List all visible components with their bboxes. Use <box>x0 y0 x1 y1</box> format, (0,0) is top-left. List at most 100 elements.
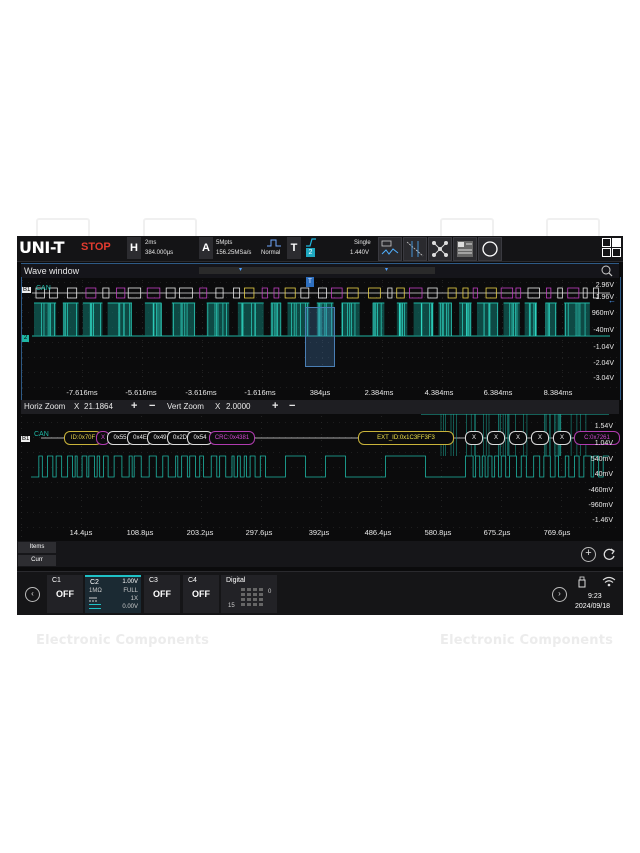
can-packet[interactable]: X <box>465 431 483 445</box>
zoom-region[interactable] <box>305 307 335 367</box>
memory-overview-bar[interactable]: ▾ ▾ <box>199 267 435 274</box>
main-time-label: -3.616ms <box>185 388 217 397</box>
sample-rate: 156.25MSa/s <box>216 250 252 256</box>
zoom-time-label: 486.4µs <box>364 528 392 537</box>
network-icon <box>432 241 448 257</box>
channel-2-bandwidth: FULL <box>123 588 138 594</box>
channel-2-impedance: 1MΩ <box>89 588 102 594</box>
main-menu-button[interactable] <box>602 238 621 257</box>
can-packet[interactable]: CRC:0x4381 <box>209 431 255 445</box>
channel-1-state: OFF <box>56 589 74 599</box>
math-tool-button[interactable] <box>428 237 452 261</box>
add-measurement-icon[interactable]: + <box>581 547 596 562</box>
channel-4-state: OFF <box>192 589 210 599</box>
digital-label: Digital <box>226 577 246 584</box>
memory-depth[interactable]: 5Mpts <box>216 239 232 247</box>
vert-zoom-out-button[interactable]: − <box>289 400 295 412</box>
scroll-left-icon[interactable]: ‹ <box>25 587 40 602</box>
main-time-label: -7.616ms <box>66 388 98 397</box>
refresh-icon[interactable] <box>602 547 616 561</box>
channel-2-name: C2 <box>90 579 99 586</box>
curr-button[interactable]: Curr <box>18 555 56 566</box>
main-volt-label: 960mV <box>591 310 614 317</box>
zoom-volt-label: -960mV <box>588 502 613 509</box>
zoom-bus-marker: B1 <box>21 436 31 442</box>
trigger-sweep[interactable]: Single <box>354 239 371 247</box>
zoom-volt-label: 1.54V <box>594 423 613 430</box>
zoom-wave-area[interactable]: B1 CAN ID:0x70F X 0x55 0x4E 0x49 0x2D 0x54 CRC:… <box>21 414 620 539</box>
vert-zoom-x: X <box>215 402 221 411</box>
horiz-zoom-in-button[interactable]: + <box>131 400 137 412</box>
channel-2-tile[interactable]: C2 1.00V 1MΩ FULL 1X 0.00V <box>85 575 141 613</box>
wifi-icon <box>602 576 616 587</box>
digital-tile[interactable]: Digital 0 15 <box>221 575 277 613</box>
vert-zoom-in-button[interactable]: + <box>272 400 278 412</box>
channel-2-scale: 1.00V <box>122 579 138 585</box>
scroll-right-icon[interactable]: › <box>552 587 567 602</box>
zoom-time-label: 108.8µs <box>126 528 154 537</box>
can-packet[interactable]: X <box>553 431 571 445</box>
zoom-time-label: 203.2µs <box>186 528 214 537</box>
zoom-volt-label: -460mV <box>588 487 613 494</box>
can-packet[interactable]: X <box>509 431 527 445</box>
channel-2-marker[interactable]: 2 <box>22 335 29 342</box>
top-toolbar: UNI-T STOP H 2ms 384.000µs A 5Mpts 156.2… <box>17 236 623 262</box>
horiz-zoom-out-button[interactable]: − <box>149 400 155 412</box>
horizontal-key[interactable]: H <box>127 237 141 259</box>
can-packet[interactable]: EXT_ID:0x1C3FF3F3 <box>358 431 454 445</box>
main-volt-label: 2.96V <box>595 282 614 289</box>
zoom-time-label: 392µs <box>308 528 330 537</box>
digital-grid-icon <box>241 588 263 606</box>
channel-1-tile[interactable]: C1 OFF <box>47 575 83 613</box>
vert-zoom-label: Vert Zoom <box>167 402 204 411</box>
trigger-position-marker[interactable]: T <box>306 277 314 287</box>
can-packet[interactable]: X <box>531 431 549 445</box>
vert-zoom-value[interactable]: 2.0000 <box>226 402 250 411</box>
zoom-time-label: 675.2µs <box>483 528 511 537</box>
zoom-volt-label: 1.04V <box>594 440 613 447</box>
trigger-level[interactable]: 1.440V <box>350 249 369 257</box>
clock-time: 9:23 <box>588 593 602 600</box>
bus-name: CAN <box>36 285 51 292</box>
run-stop-button[interactable]: STOP <box>81 241 111 253</box>
digital-d0: 0 <box>268 589 272 595</box>
main-volt-label: -1.04V <box>593 344 614 351</box>
trigger-key[interactable]: T <box>287 237 301 259</box>
zoom-header: Horiz Zoom X 21.1864 + − Vert Zoom X 2.0… <box>21 400 619 414</box>
timebase-value[interactable]: 2ms <box>145 239 156 247</box>
rising-edge-icon <box>306 238 316 247</box>
wave-window-header: Wave window ▾ ▾ <box>21 263 619 278</box>
main-wave-area[interactable]: B1 CAN 2 T ← 2.96V 1.96V 960mV -40mV -1.04V -… <box>21 277 621 400</box>
horiz-zoom-value[interactable]: 21.1864 <box>84 402 113 411</box>
trigger-source[interactable]: 2 <box>306 248 315 257</box>
acquire-mode[interactable]: Normal <box>261 249 280 257</box>
display-tool-button[interactable] <box>453 237 477 261</box>
main-volt-label: -40mV <box>593 327 614 334</box>
main-time-label: 2.384ms <box>364 388 394 397</box>
search-icon[interactable] <box>601 265 613 277</box>
measure-tool-button[interactable] <box>378 237 402 261</box>
zoom-volt-label: 540mV <box>590 456 613 463</box>
horizontal-position[interactable]: 384.000µs <box>145 249 173 257</box>
horiz-zoom-x: X <box>74 402 80 411</box>
items-panel: Items Curr + <box>17 541 623 567</box>
usb-icon <box>578 576 586 588</box>
main-time-label: 8.384ms <box>543 388 573 397</box>
channel-3-tile[interactable]: C3 OFF <box>144 575 180 613</box>
cursor-tool-button[interactable] <box>403 237 427 261</box>
watermark-text: Electronic Components <box>440 633 614 648</box>
channel-2-bars-icon <box>89 604 101 609</box>
channel-3-name: C3 <box>149 577 158 584</box>
channel-2-offset: 0.00V <box>122 604 138 610</box>
brand-logo: UNI-T <box>19 238 65 257</box>
can-packet[interactable]: X <box>487 431 505 445</box>
main-time-label: 4.384ms <box>424 388 454 397</box>
acquire-key[interactable]: A <box>199 237 213 259</box>
channel-4-tile[interactable]: C4 OFF <box>183 575 219 613</box>
channel-1-name: C1 <box>52 577 61 584</box>
channel-3-state: OFF <box>153 589 171 599</box>
zoom-volt-label: -1.46V <box>592 517 613 524</box>
items-button[interactable]: Items <box>18 542 56 553</box>
wave-window-title: Wave window <box>24 266 80 276</box>
record-button[interactable] <box>478 237 502 261</box>
